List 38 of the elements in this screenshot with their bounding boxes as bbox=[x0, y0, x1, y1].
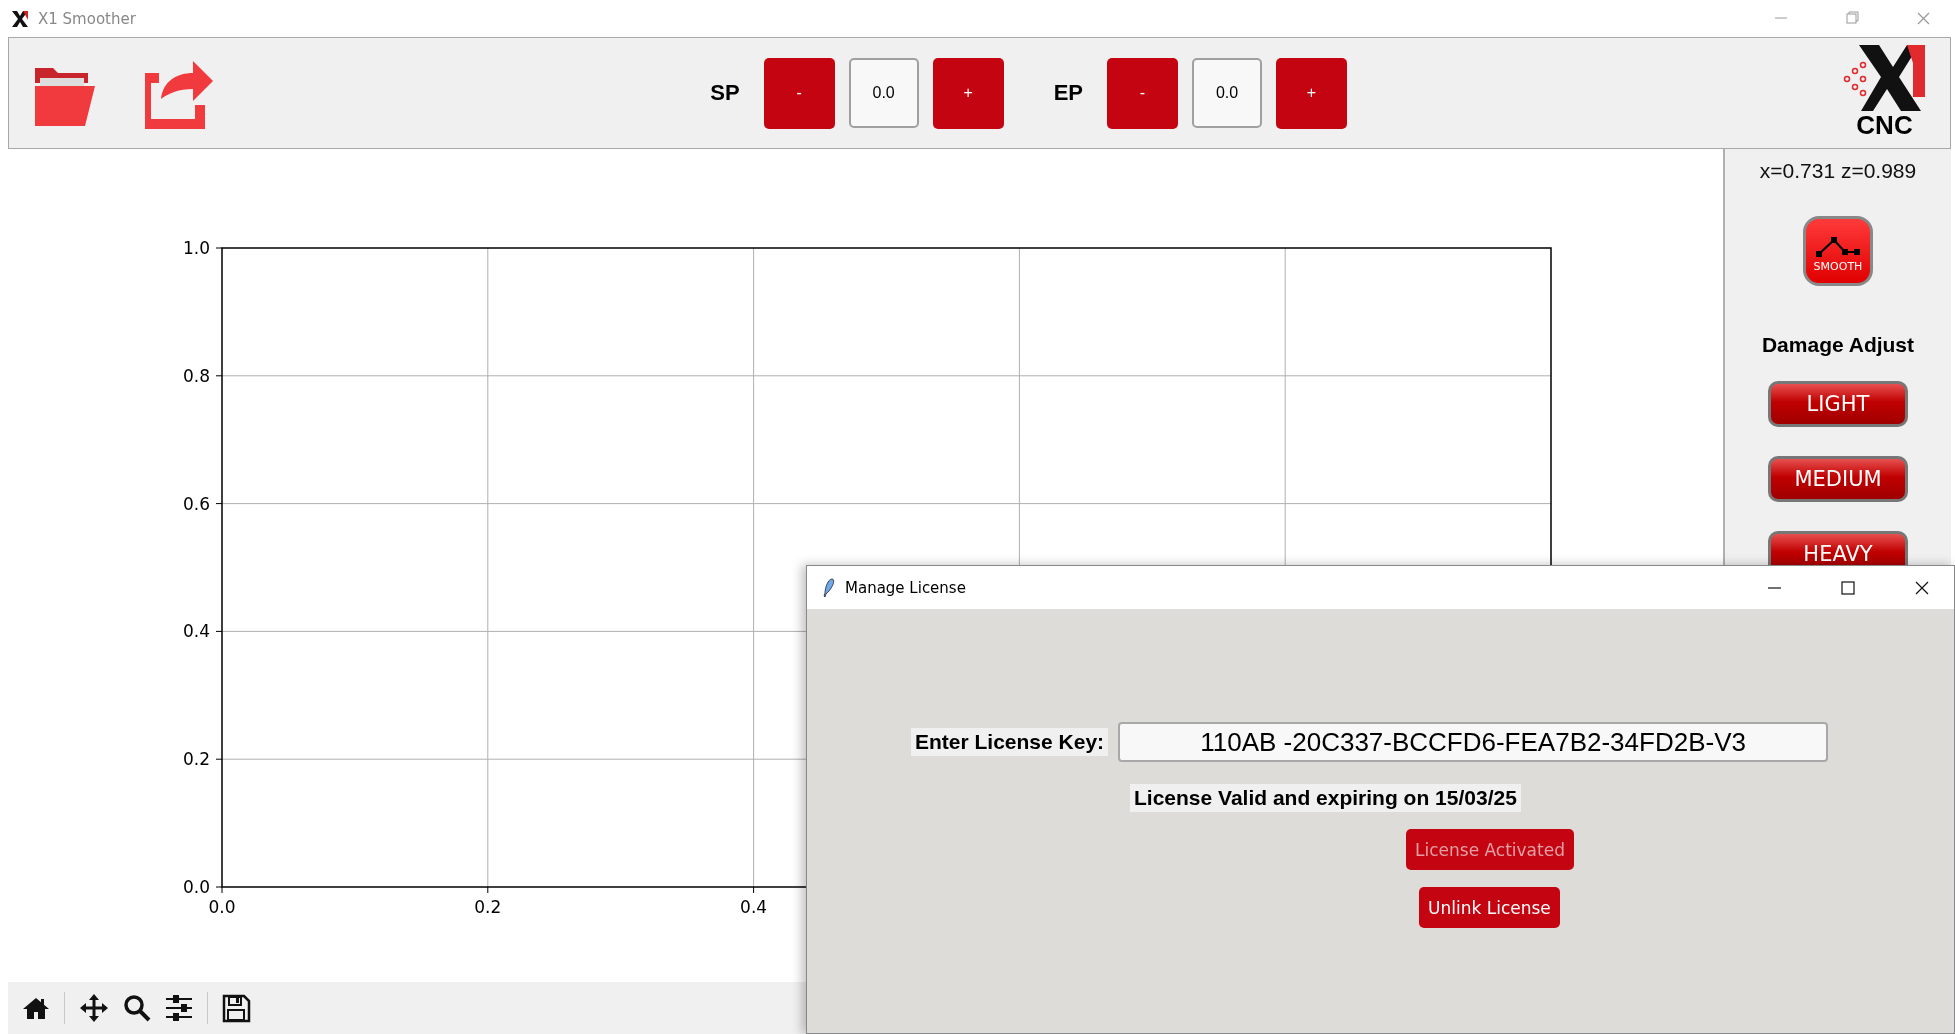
app-logo-icon bbox=[10, 8, 30, 29]
coordinates-readout: x=0.731 z=0.989 bbox=[1759, 159, 1917, 183]
value-field[interactable]: 0.0 bbox=[1192, 58, 1262, 128]
field-label: EP bbox=[1053, 80, 1083, 106]
cnc-logo: CNC bbox=[1837, 43, 1932, 143]
section-heading: Damage Adjust bbox=[1761, 333, 1915, 357]
increment-button[interactable]: + bbox=[1276, 57, 1347, 129]
maximize-button[interactable] bbox=[1839, 578, 1857, 597]
y-tick-label: 0.2 bbox=[182, 749, 210, 770]
damage-level-button[interactable]: LIGHT bbox=[1768, 381, 1908, 427]
x-tick-label: 0.0 bbox=[208, 897, 236, 917]
move-icon[interactable] bbox=[79, 993, 109, 1023]
damage-level-button[interactable]: MEDIUM bbox=[1768, 456, 1908, 502]
home-icon[interactable] bbox=[22, 995, 50, 1021]
dialog-title: Manage License bbox=[845, 578, 967, 597]
search-icon[interactable] bbox=[123, 994, 151, 1022]
unlink-license-button[interactable]: Unlink License bbox=[1419, 887, 1560, 928]
y-tick-label: 1.0 bbox=[182, 238, 210, 258]
save-icon[interactable] bbox=[222, 993, 251, 1023]
y-tick-label: 0.4 bbox=[182, 621, 210, 642]
license-key-field[interactable]: 110AB -20C337-BCCFD6-FEA7B2-34FD2B-V3 bbox=[1118, 722, 1829, 762]
field-label: SP bbox=[710, 80, 740, 106]
decrement-button[interactable]: - bbox=[763, 57, 835, 129]
field-label: Enter License Key: bbox=[911, 728, 1109, 756]
increment-button[interactable]: + bbox=[932, 57, 1004, 129]
y-tick-label: 0.8 bbox=[182, 365, 210, 386]
window-title: X1 Smoother bbox=[38, 9, 137, 28]
line-graph-icon bbox=[1815, 236, 1861, 258]
sliders-icon[interactable] bbox=[165, 994, 193, 1022]
x-tick-label: 0.2 bbox=[474, 897, 502, 917]
decrement-button[interactable]: - bbox=[1107, 57, 1178, 129]
smooth-button[interactable]: SMOOTH bbox=[1803, 216, 1873, 286]
license-status-text: License Valid and expiring on 15/03/25 bbox=[1130, 784, 1521, 812]
x-tick-label: 0.4 bbox=[740, 897, 768, 917]
value-field[interactable]: 0.0 bbox=[848, 58, 919, 128]
y-tick-label: 0.6 bbox=[182, 493, 210, 514]
y-tick-label: 0.0 bbox=[182, 877, 210, 897]
feather-icon bbox=[821, 577, 835, 598]
